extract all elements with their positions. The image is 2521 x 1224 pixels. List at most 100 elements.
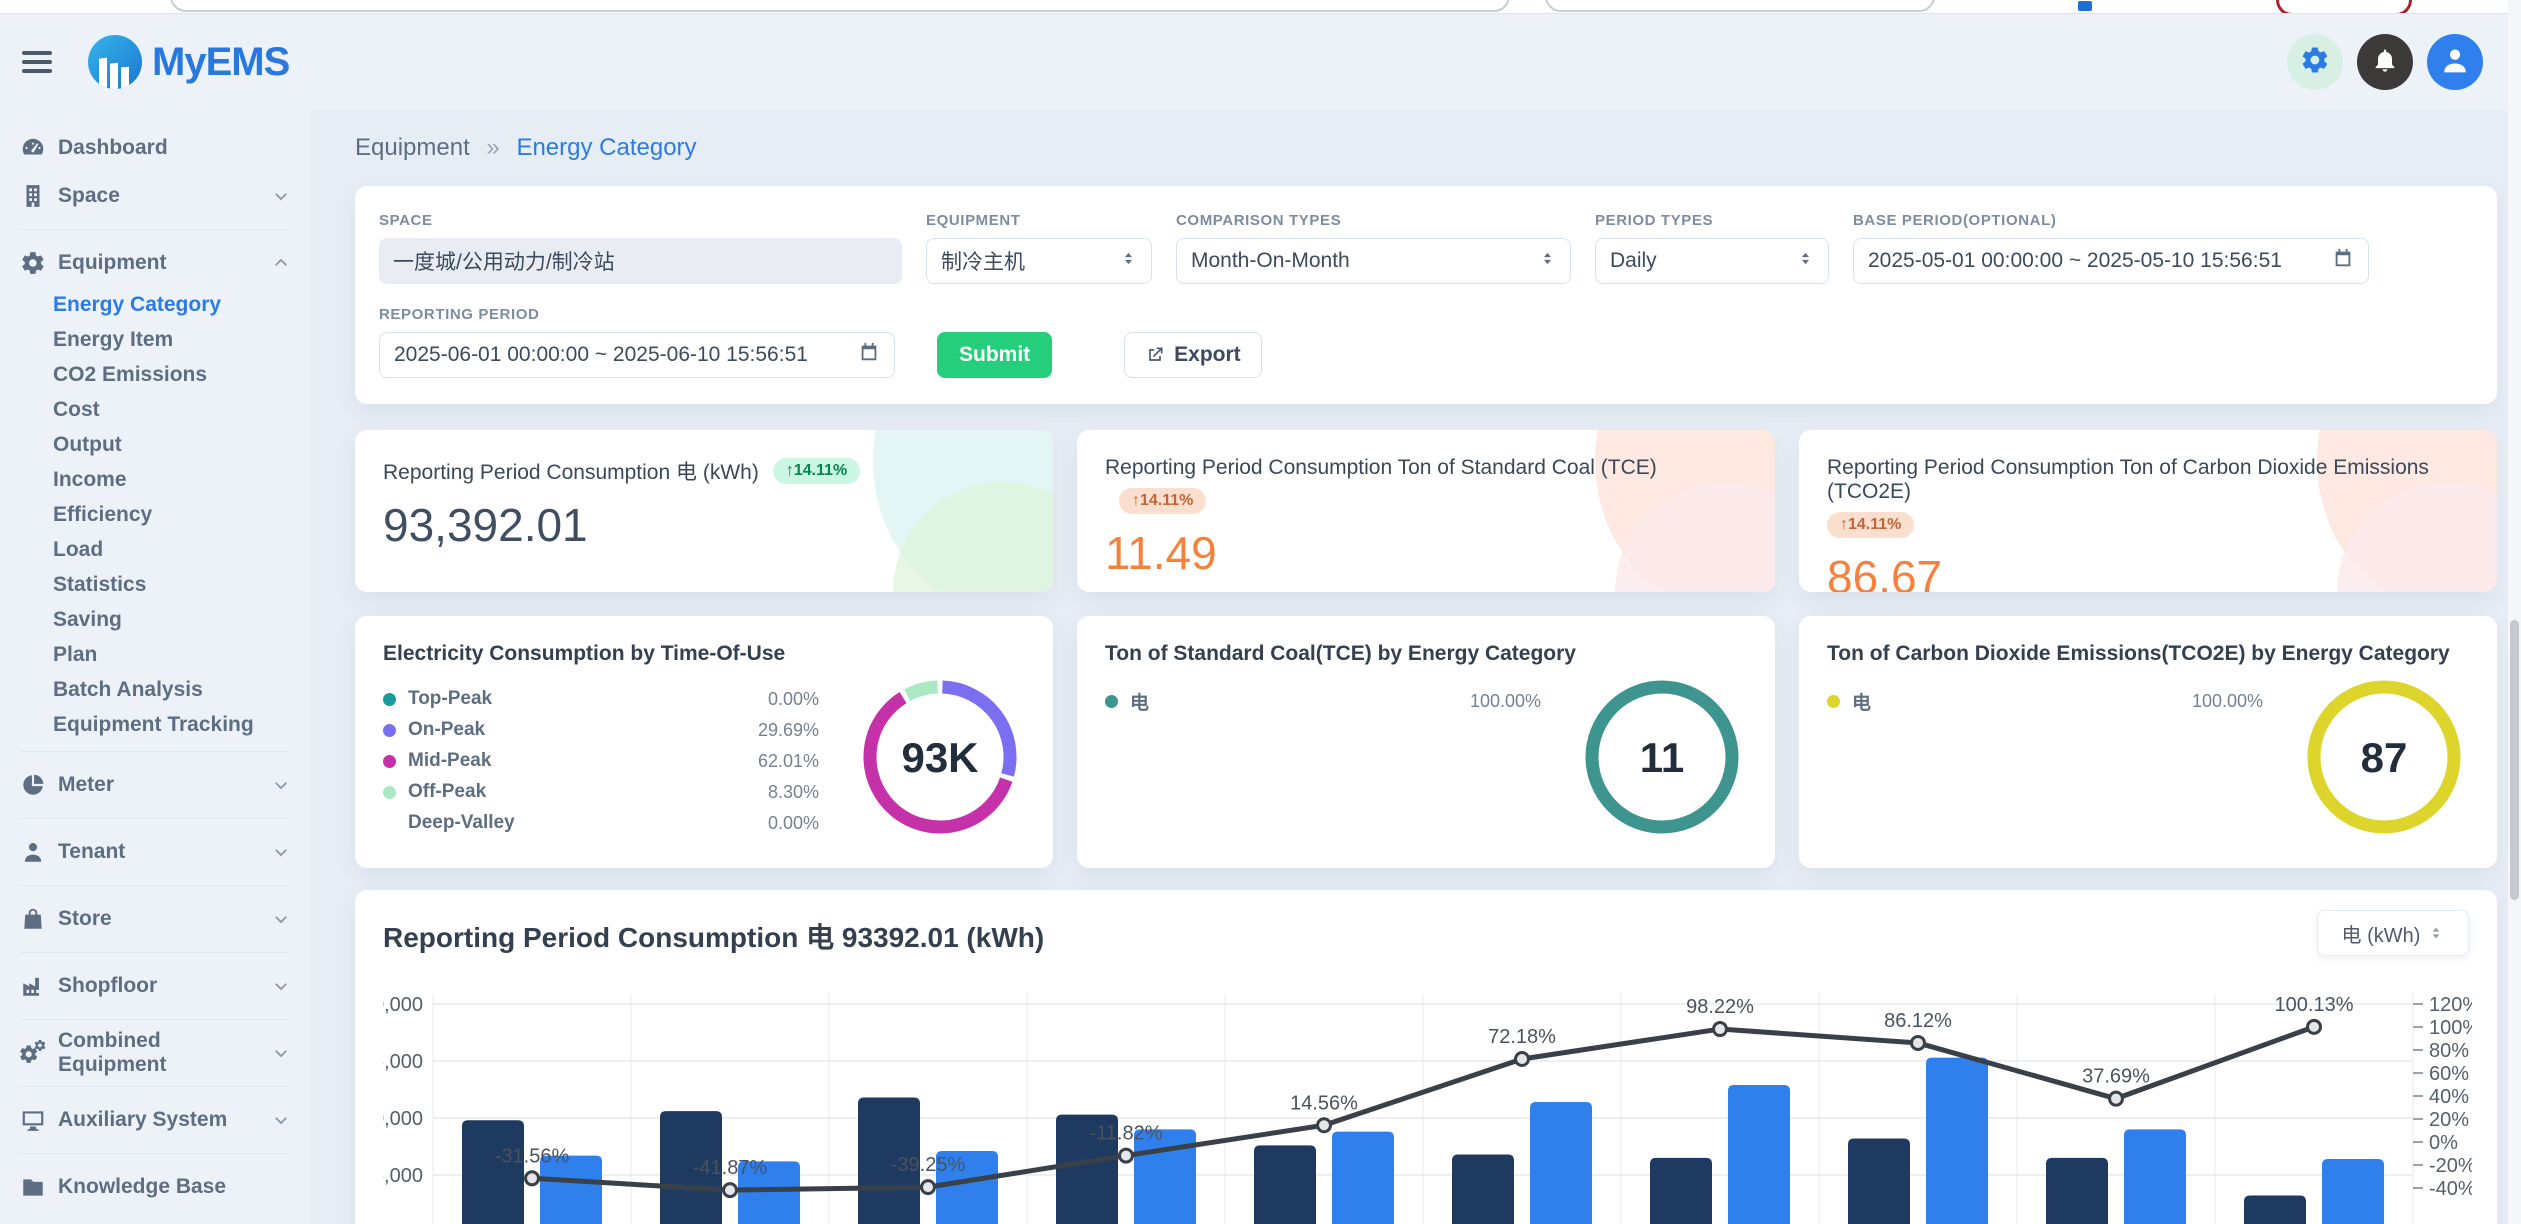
unit-selector[interactable]: 电 (kWh) [2317, 910, 2469, 956]
page-scrollbar[interactable] [2508, 0, 2521, 1224]
reporting-period-label: REPORTING PERIOD [379, 306, 895, 323]
sidebar-item-shopfloor[interactable]: Shopfloor [0, 962, 310, 1010]
svg-text:100%: 100% [2429, 1017, 2472, 1039]
calendar-icon [2332, 247, 2354, 275]
sidebar-item-auxiliary-system[interactable]: Auxiliary System [0, 1096, 310, 1144]
legend-row[interactable]: On-Peak29.69% [383, 719, 819, 741]
sidebar-item-store[interactable]: Store [0, 895, 310, 943]
settings-button[interactable] [2287, 34, 2343, 90]
chevron-down-icon [272, 910, 290, 928]
breadcrumb-parent[interactable]: Equipment [355, 134, 470, 161]
legend-dot-icon [383, 817, 396, 830]
legend-percent: 100.00% [2192, 691, 2263, 712]
main-chart-title: Reporting Period Consumption 电 93392.01 … [383, 916, 2469, 956]
chevron-up-icon [272, 254, 290, 272]
legend-percent: 29.69% [758, 720, 819, 741]
sidebar-item-label: Combined Equipment [58, 1029, 272, 1077]
sidebar-divider [20, 818, 290, 819]
sidebar-item-tenant[interactable]: Tenant [0, 828, 310, 876]
sidebar-item-meter[interactable]: Meter [0, 761, 310, 809]
sidebar-item-saving[interactable]: Saving [0, 602, 310, 637]
chevron-down-icon [272, 187, 290, 205]
sidebar-item-label: Statistics [53, 573, 146, 597]
legend-dot-icon [383, 786, 396, 799]
donut-card-title: Ton of Standard Coal(TCE) by Energy Cate… [1105, 642, 1747, 666]
period-types-select[interactable]: Daily [1595, 238, 1829, 284]
sidebar-item-label: Output [53, 433, 122, 457]
base-period-label: BASE PERIOD(OPTIONAL) [1853, 212, 2369, 229]
sidebar-item-co2-emissions[interactable]: CO2 Emissions [0, 357, 310, 392]
sidebar-item-knowledge-base[interactable]: Knowledge Base [0, 1163, 310, 1211]
sidebar-item-statistics[interactable]: Statistics [0, 567, 310, 602]
sidebar-item-load[interactable]: Load [0, 532, 310, 567]
gear-icon [2300, 45, 2330, 80]
sidebar-item-label: Shopfloor [58, 974, 157, 998]
trend-badge: ↑14.11% [1119, 488, 1206, 514]
sidebar-item-label: Meter [58, 773, 114, 797]
svg-text:80%: 80% [2429, 1040, 2469, 1062]
sidebar-item-equipment[interactable]: Equipment [0, 239, 310, 287]
submit-button[interactable]: Submit [937, 332, 1052, 378]
base-period-input[interactable]: 2025-05-01 00:00:00 ~ 2025-05-10 15:56:5… [1853, 238, 2369, 284]
monitor-icon [20, 1107, 46, 1133]
legend-row[interactable]: 电100.00% [1105, 688, 1541, 715]
account-button[interactable] [2427, 34, 2483, 90]
sidebar-item-output[interactable]: Output [0, 427, 310, 462]
hamburger-menu-icon[interactable] [22, 46, 52, 78]
legend-row[interactable]: 电100.00% [1827, 688, 2263, 715]
breadcrumb-current[interactable]: Energy Category [516, 134, 696, 161]
sidebar-item-combined-equipment[interactable]: Combined Equipment [0, 1029, 310, 1077]
sidebar-item-energy-category[interactable]: Energy Category [0, 287, 310, 322]
sidebar-item-label: Saving [53, 608, 122, 632]
sidebar-item-label: Energy Category [53, 293, 221, 317]
sidebar-item-efficiency[interactable]: Efficiency [0, 497, 310, 532]
notifications-button[interactable] [2357, 34, 2413, 90]
building-icon [20, 183, 46, 209]
trend-badge: ↑14.11% [773, 458, 860, 484]
browser-red-pill-fragment [2276, 0, 2412, 14]
bag-icon [20, 906, 46, 932]
legend-row[interactable]: Mid-Peak 62.01% [383, 750, 819, 772]
myems-logo-icon [88, 35, 142, 89]
sidebar-item-plan[interactable]: Plan [0, 637, 310, 672]
bar-line-chart: 20,00015,00010,0005,000120%100%80%60%40%… [383, 972, 2472, 1224]
svg-text:93K: 93K [901, 734, 978, 781]
stat-value: 93,392.01 [383, 498, 1025, 552]
stat-title: Reporting Period Consumption Ton of Carb… [1827, 456, 2469, 504]
legend-percent: 100.00% [1470, 691, 1541, 712]
comparison-types-select[interactable]: Month-On-Month [1176, 238, 1571, 284]
stat-title: Reporting Period Consumption 电 (kWh) [383, 456, 759, 486]
legend-row[interactable]: Off-Peak8.30% [383, 781, 819, 803]
space-input[interactable]: 一度城/公用动力/制冷站 [379, 238, 902, 284]
legend-label: Off-Peak [408, 781, 486, 803]
sidebar-item-batch-analysis[interactable]: Batch Analysis [0, 672, 310, 707]
svg-text:87: 87 [2361, 734, 2408, 781]
export-button[interactable]: Export [1124, 332, 1262, 378]
sidebar-item-energy-item[interactable]: Energy Item [0, 322, 310, 357]
sidebar-divider [20, 229, 290, 230]
svg-text:-39.25%: -39.25% [891, 1154, 966, 1176]
legend-percent: 0.00% [768, 813, 819, 834]
svg-text:15,000: 15,000 [383, 1051, 423, 1073]
legend-label: Deep-Valley [408, 812, 515, 834]
sidebar-item-income[interactable]: Income [0, 462, 310, 497]
reporting-period-input[interactable]: 2025-06-01 00:00:00 ~ 2025-06-10 15:56:5… [379, 332, 895, 378]
sidebar-item-dashboard[interactable]: Dashboard [0, 124, 310, 172]
sidebar-item-space[interactable]: Space [0, 172, 310, 220]
legend-label: Mid-Peak [408, 750, 491, 772]
export-icon [1145, 345, 1165, 365]
breadcrumb: Equipment » Energy Category [355, 134, 2497, 162]
equipment-select[interactable]: 制冷主机 [926, 238, 1152, 284]
brand-logo[interactable]: MyEMS [88, 35, 289, 89]
sidebar-item-equipment-tracking[interactable]: Equipment Tracking [0, 707, 310, 742]
chevron-down-icon [272, 776, 290, 794]
legend-percent: 62.01% [758, 751, 819, 772]
legend-row[interactable]: Top-Peak0.00% [383, 688, 819, 710]
stat-card-electricity: Reporting Period Consumption 电 (kWh) ↑14… [355, 430, 1053, 592]
scrollbar-thumb[interactable] [2510, 620, 2519, 900]
legend-row[interactable]: Deep-Valley 0.00% [383, 812, 819, 834]
sidebar-divider [20, 1086, 290, 1087]
sidebar-item-cost[interactable]: Cost [0, 392, 310, 427]
sidebar-item-label: Dashboard [58, 136, 168, 160]
svg-text:20%: 20% [2429, 1109, 2469, 1131]
